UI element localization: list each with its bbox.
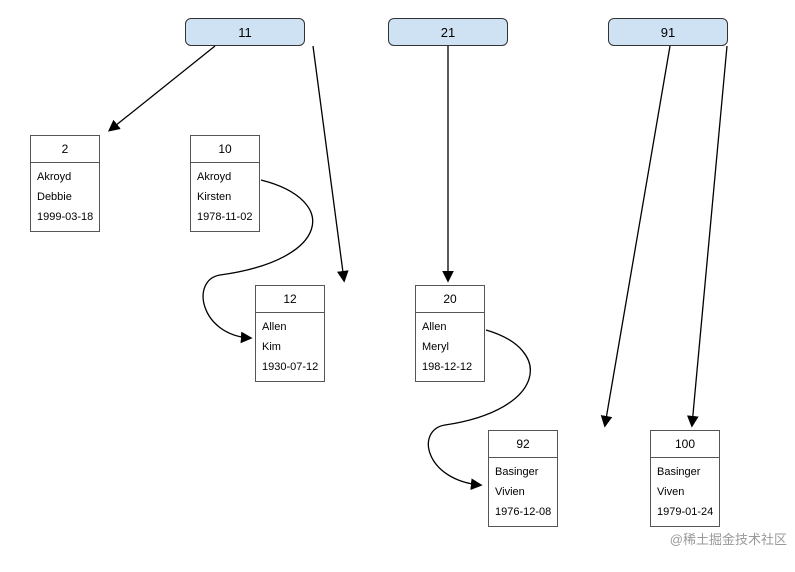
record-date: 1978-11-02 [195, 207, 255, 227]
record-surname: Akroyd [35, 167, 95, 187]
record-given: Kirsten [195, 187, 255, 207]
record-date: 1930-07-12 [260, 357, 320, 377]
record-date: 1976-12-08 [493, 502, 553, 522]
record-id: 2 [31, 136, 99, 163]
index-node-21: 21 [388, 18, 508, 46]
arrow-91-to-group-91-92 [605, 46, 670, 425]
record-surname: Basinger [655, 462, 715, 482]
record-surname: Allen [420, 317, 480, 337]
record-given: Meryl [420, 337, 480, 357]
record-id: 10 [191, 136, 259, 163]
record-id: 100 [651, 431, 719, 458]
record-given: Debbie [35, 187, 95, 207]
record-given: Vivien [493, 482, 553, 502]
record-100: 100 Basinger Viven 1979-01-24 [650, 430, 720, 527]
record-date: 1979-01-24 [655, 502, 715, 522]
index-node-91: 91 [608, 18, 728, 46]
record-id: 20 [416, 286, 484, 313]
record-2: 2 Akroyd Debbie 1999-03-18 [30, 135, 100, 232]
record-12: 12 Allen Kim 1930-07-12 [255, 285, 325, 382]
record-20: 20 Allen Meryl 198-12-12 [415, 285, 485, 382]
arrow-91-to-record-100 [692, 46, 727, 425]
record-surname: Basinger [493, 462, 553, 482]
index-node-11: 11 [185, 18, 305, 46]
record-date: 198-12-12 [420, 357, 480, 377]
record-id: 92 [489, 431, 557, 458]
arrow-11-to-group-11-12 [313, 46, 344, 280]
record-surname: Allen [260, 317, 320, 337]
record-surname: Akroyd [195, 167, 255, 187]
record-id: 12 [256, 286, 324, 313]
record-date: 1999-03-18 [35, 207, 95, 227]
watermark-text: @稀土掘金技术社区 [670, 529, 787, 548]
arrow-11-to-group-1-2 [110, 46, 215, 130]
record-10: 10 Akroyd Kirsten 1978-11-02 [190, 135, 260, 232]
record-given: Kim [260, 337, 320, 357]
record-92: 92 Basinger Vivien 1976-12-08 [488, 430, 558, 527]
record-given: Viven [655, 482, 715, 502]
